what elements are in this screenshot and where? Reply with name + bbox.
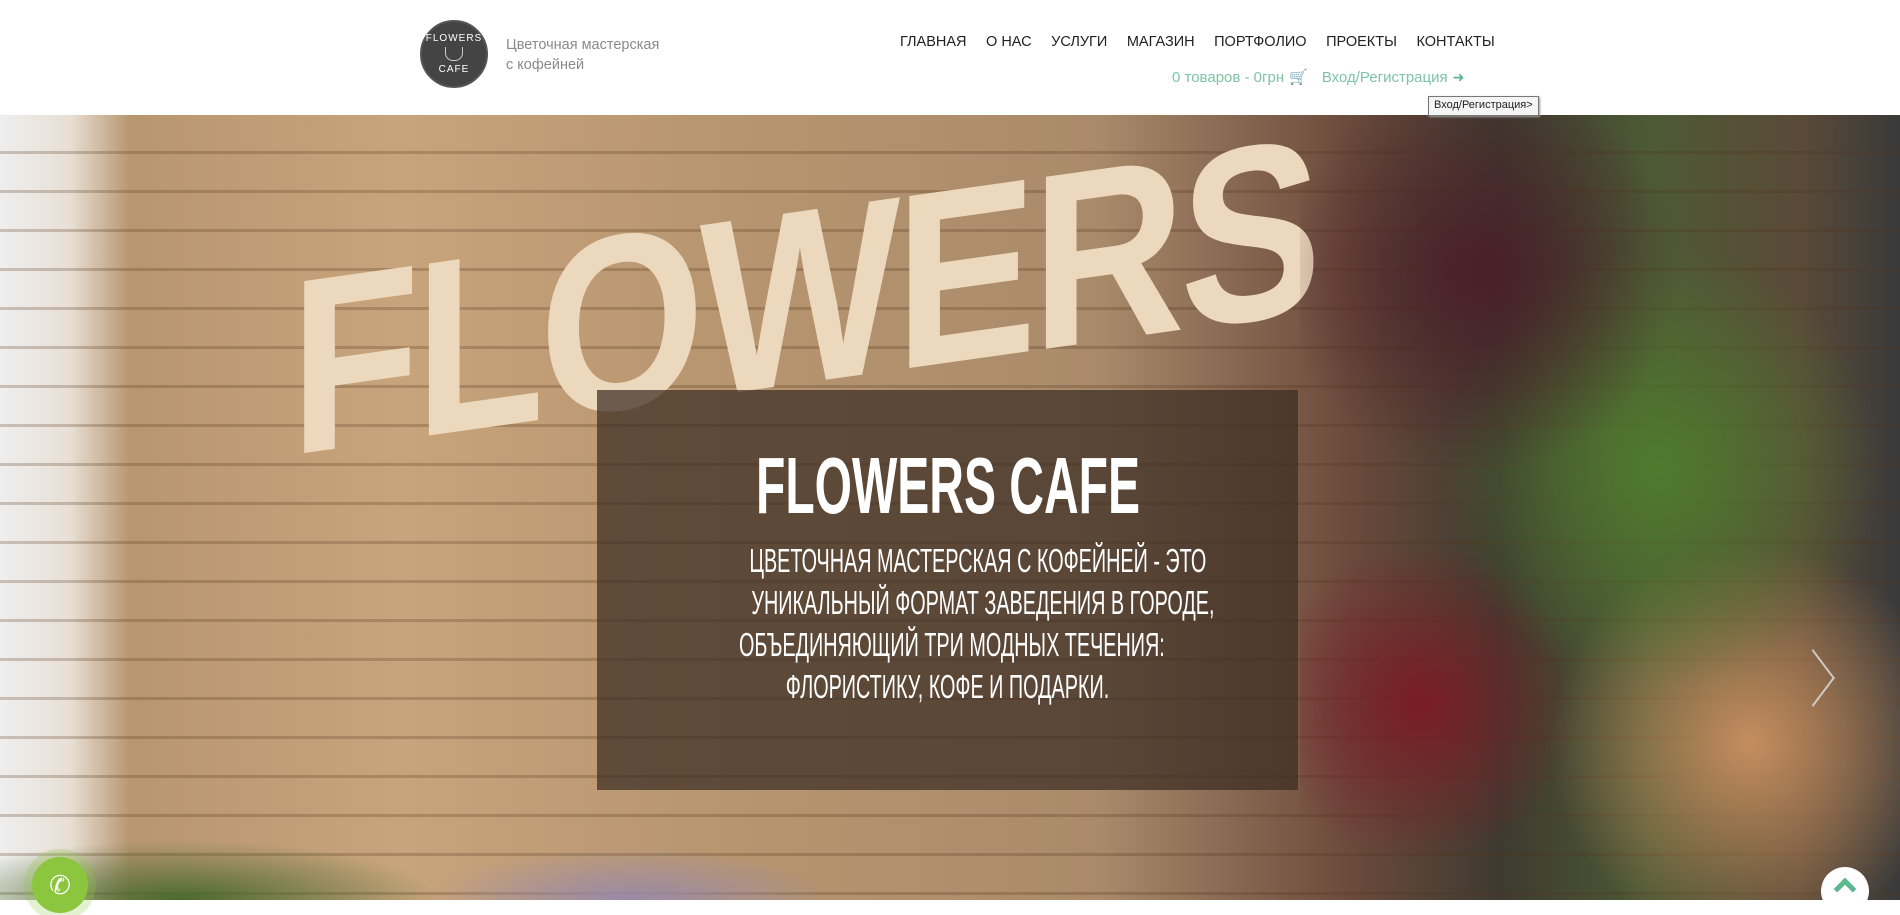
nav-about[interactable]: О НАС <box>986 34 1032 50</box>
logo-top-text: FLOWERS <box>425 33 483 44</box>
hero-line: УНИКАЛЬНЫЙ ФОРМАТ ЗАВЕДЕНИЯ В ГОРОДЕ, <box>751 584 1215 621</box>
site-header: FLOWERS CAFE Цветочная мастерская с кофе… <box>0 0 1900 115</box>
phone-callback-button[interactable]: ✆ <box>32 857 88 913</box>
hero-line: ФЛОРИСТИКУ, КОФЕ И ПОДАРКИ. <box>785 668 1110 705</box>
hero-description: ЦВЕТОЧНАЯ МАСТЕРСКАЯ С КОФЕЙНЕЙ - ЭТО УН… <box>597 540 1298 708</box>
nav-home[interactable]: ГЛАВНАЯ <box>900 34 967 50</box>
chevron-up-icon <box>1833 877 1857 901</box>
nav-projects[interactable]: ПРОЕКТЫ <box>1326 34 1397 50</box>
cart-link[interactable]: 0 товаров - 0грн <box>1172 69 1284 86</box>
hero-title-text: FLOWERS CAFE <box>755 441 1140 530</box>
logo[interactable]: FLOWERS CAFE <box>420 20 488 88</box>
scroll-to-top-button[interactable] <box>1821 867 1869 915</box>
flowers-background <box>1300 115 1900 900</box>
hero-caption: FLOWERS CAFE ЦВЕТОЧНАЯ МАСТЕРСКАЯ С КОФЕ… <box>597 390 1298 790</box>
login-link[interactable]: Вход/Регистрация <box>1322 69 1448 86</box>
sign-in-icon[interactable]: ➜ <box>1453 69 1465 86</box>
login-tooltip: Вход/Регистрация> <box>1428 96 1539 116</box>
hero-line: ЦВЕТОЧНАЯ МАСТЕРСКАЯ С КОФЕЙНЕЙ - ЭТО <box>749 542 1207 579</box>
hero-line: ОБЪЕДИНЯЮЩИЙ ТРИ МОДНЫХ ТЕЧЕНИЯ: <box>738 626 1165 663</box>
tagline-line: Цветочная мастерская <box>506 37 660 53</box>
phone-icon: ✆ <box>49 869 71 900</box>
hero-title: FLOWERS CAFE <box>597 446 1298 526</box>
main-nav: ГЛАВНАЯ О НАС УСЛУГИ МАГАЗИН ПОРТФОЛИО П… <box>900 34 1514 50</box>
tagline: Цветочная мастерская с кофейней <box>506 35 659 75</box>
tagline-line: с кофейней <box>506 57 585 73</box>
nav-shop[interactable]: МАГАЗИН <box>1127 34 1195 50</box>
nav-services[interactable]: УСЛУГИ <box>1051 34 1107 50</box>
account-bar: 0 товаров - 0грн 🛒 Вход/Регистрация ➜ <box>1172 68 1465 87</box>
nav-portfolio[interactable]: ПОРТФОЛИО <box>1214 34 1306 50</box>
hero-slider: FLOWERS FLOWERS CAFE ЦВЕТОЧНАЯ МАСТЕРСКА… <box>0 115 1900 900</box>
shopping-cart-icon[interactable]: 🛒 <box>1289 68 1308 86</box>
nav-contacts[interactable]: КОНТАКТЫ <box>1416 34 1494 50</box>
logo-bottom-text: CAFE <box>438 64 470 75</box>
cup-icon <box>445 47 463 61</box>
